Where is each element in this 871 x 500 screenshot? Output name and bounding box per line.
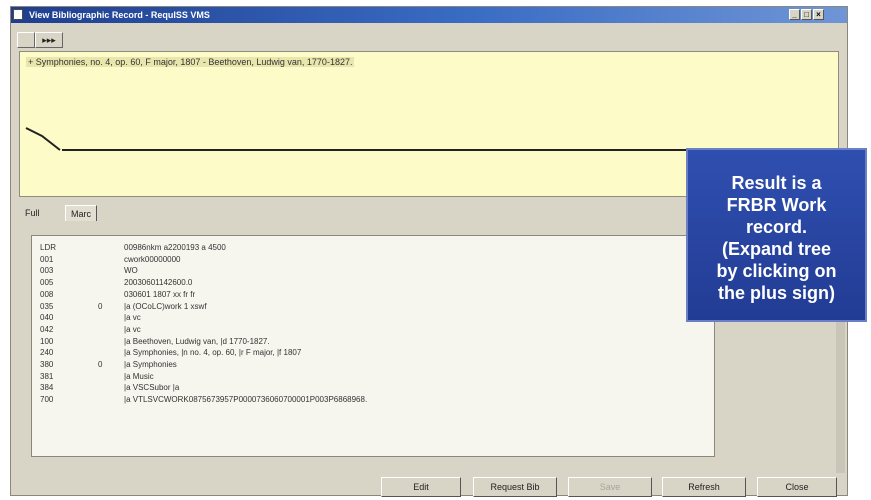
marc-field-row[interactable]: 005 20030601142600.0 xyxy=(32,277,714,288)
marc-indicator: 0 xyxy=(98,360,103,369)
tree-connector-line xyxy=(25,127,61,151)
marc-value: 030601 1807 xx fr fr xyxy=(124,289,196,299)
marc-field-row[interactable]: 700 |a VTLSVCWORK0875673957P0000736060700… xyxy=(32,394,714,405)
marc-value: |a Symphonies xyxy=(124,360,177,369)
marc-value: |a vc xyxy=(124,313,141,323)
marc-value: |a Beethoven, Ludwig van, |d 1770-1827. xyxy=(124,336,270,346)
marc-value: |a VSCSubor |a xyxy=(124,383,180,393)
marc-tag: 381 xyxy=(40,371,54,381)
marc-value: |a Symphonies, |n no. 4, op. 60, |r F ma… xyxy=(124,348,302,358)
marc-value: cwork00000000 xyxy=(124,254,181,264)
close-button[interactable]: Close xyxy=(757,477,837,497)
minimize-button[interactable]: _ xyxy=(789,9,800,20)
tab-full[interactable]: Full xyxy=(25,205,40,221)
tree-node-work[interactable]: + Symphonies, no. 4, op. 60, F major, 18… xyxy=(26,57,355,67)
marc-tag: 240 xyxy=(40,348,54,358)
marc-field-row[interactable]: 040 |a vc xyxy=(32,312,714,323)
callout-line: by clicking on xyxy=(716,261,837,281)
marc-field-row[interactable]: 008 030601 1807 xx fr fr xyxy=(32,289,714,300)
marc-field-row[interactable]: 003 WO xyxy=(32,265,714,276)
edit-button[interactable]: Edit xyxy=(381,477,461,497)
marc-value: |a vc xyxy=(124,324,141,334)
marc-tag: 100 xyxy=(40,336,54,346)
marc-tag: 005 xyxy=(40,278,54,288)
window-title: View Bibliographic Record - RequISS VMS xyxy=(29,10,210,20)
annotation-callout: Result is a FRBR Work record. (Expand tr… xyxy=(686,148,867,322)
marc-value: |a (OCoLC)work 1 xswf xyxy=(124,301,207,311)
marc-field-row[interactable]: 381 |a Music xyxy=(32,371,714,382)
marc-tag: 001 xyxy=(40,254,54,264)
marc-value: |a VTLSVCWORK0875673957P0000736060700001… xyxy=(124,395,368,405)
marc-field-row[interactable]: 240 |a Symphonies, |n no. 4, op. 60, |r F… xyxy=(32,347,714,358)
marc-field-row[interactable]: 001 cwork00000000 xyxy=(32,254,714,265)
marc-tag: 042 xyxy=(40,324,54,334)
marc-indicator: 0 xyxy=(98,301,103,311)
marc-field-row[interactable]: 100 |a Beethoven, Ludwig van, |d 1770-182… xyxy=(32,336,714,347)
callout-line: record. xyxy=(745,217,808,237)
marc-tag: 008 xyxy=(40,289,54,299)
marc-field-row[interactable]: 380 0 |a Symphonies xyxy=(32,359,714,370)
marc-field-row[interactable]: 035 0 |a (OCoLC)work 1 xswf xyxy=(32,301,714,312)
marc-tag: 700 xyxy=(40,395,54,405)
title-bar[interactable]: View Bibliographic Record - RequISS VMS … xyxy=(11,7,847,23)
callout-line: FRBR Work xyxy=(726,195,827,215)
marc-value: |a Music xyxy=(124,371,154,381)
tab-marc[interactable]: Marc xyxy=(65,205,97,221)
marc-field-row[interactable]: 384 |a VSCSubor |a xyxy=(32,382,714,393)
request-bib-button[interactable]: Request Bib xyxy=(473,477,557,497)
save-button[interactable]: Save xyxy=(568,477,652,497)
marc-tag: LDR xyxy=(40,243,57,252)
refresh-button[interactable]: Refresh xyxy=(662,477,746,497)
callout-line: the plus sign) xyxy=(718,283,835,303)
marc-value: WO xyxy=(124,266,138,276)
maximize-button[interactable]: □ xyxy=(801,9,812,20)
marc-field-row[interactable]: 042 |a vc xyxy=(32,324,714,335)
marc-tag: 384 xyxy=(40,383,54,393)
marc-record-panel[interactable]: LDR 00986nkm a2200193 a 4500 001 cwork00000… xyxy=(31,235,715,457)
close-window-button[interactable]: × xyxy=(813,9,824,20)
callout-line: (Expand tree xyxy=(721,239,832,259)
callout-line: Result is a xyxy=(731,173,822,193)
marc-value: 00986nkm a2200193 a 4500 xyxy=(124,243,226,252)
app-icon xyxy=(13,9,23,20)
toolbar-button-blank[interactable] xyxy=(17,32,35,48)
marc-tag: 040 xyxy=(40,313,54,323)
tree-node-label: + Symphonies, no. 4, op. 60, F major, 18… xyxy=(26,57,355,67)
marc-tag: 380 xyxy=(40,360,54,369)
toolbar-expand-button[interactable]: ▸▸▸ xyxy=(35,32,63,48)
marc-tag: 003 xyxy=(40,266,54,276)
marc-field-row[interactable]: LDR 00986nkm a2200193 a 4500 xyxy=(32,242,714,253)
marc-value: 20030601142600.0 xyxy=(124,278,193,288)
marc-tag: 035 xyxy=(40,301,54,311)
